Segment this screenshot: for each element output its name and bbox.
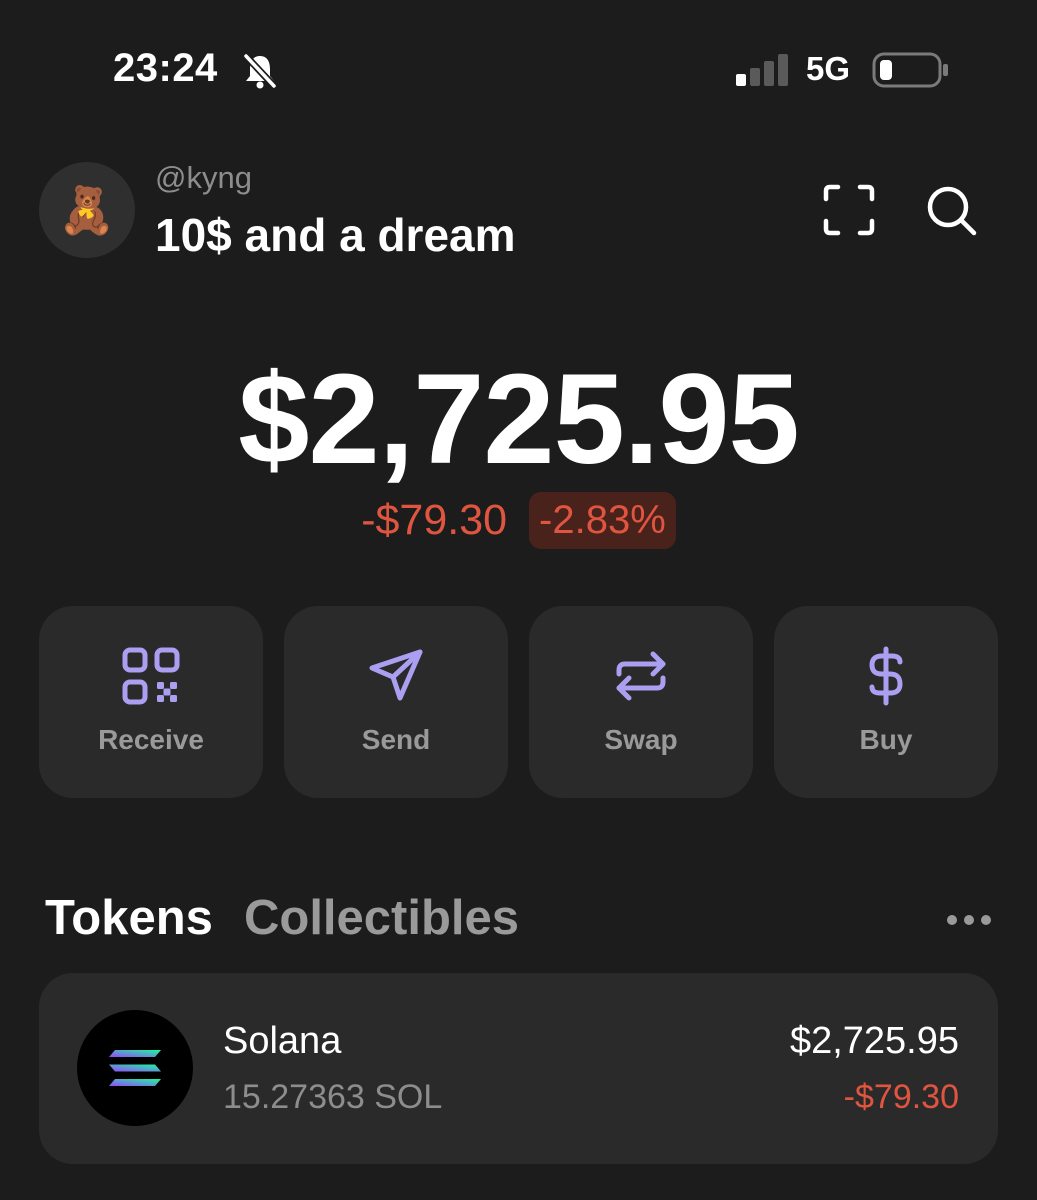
receive-button[interactable]: Receive <box>39 606 263 798</box>
token-amount: 15.27363 SOL <box>223 1078 443 1116</box>
balance-change-amount: -$79.30 <box>361 496 508 544</box>
balance-change-percent-badge: -2.83% <box>529 492 676 549</box>
token-name: Solana <box>223 1020 342 1062</box>
account-name[interactable]: 10$ and a dream <box>155 208 516 262</box>
swap-button[interactable]: Swap <box>529 606 753 798</box>
solana-logo-icon <box>77 1010 193 1126</box>
send-icon <box>369 649 423 701</box>
battery-icon <box>872 52 948 88</box>
avatar-emoji: 🧸 <box>58 184 116 236</box>
send-button[interactable]: Send <box>284 606 508 798</box>
network-label: 5G <box>806 50 851 87</box>
tab-tokens[interactable]: Tokens <box>45 890 213 946</box>
token-change: -$79.30 <box>843 1078 959 1116</box>
qr-code-icon <box>122 647 180 705</box>
token-value: $2,725.95 <box>789 1020 959 1062</box>
tab-collectibles[interactable]: Collectibles <box>244 890 519 946</box>
send-label: Send <box>361 724 431 755</box>
more-options-icon[interactable] <box>944 905 994 935</box>
buy-label: Buy <box>859 724 913 755</box>
username[interactable]: @kyng <box>155 160 252 196</box>
buy-button[interactable]: Buy <box>774 606 998 798</box>
search-icon[interactable] <box>922 181 980 239</box>
swap-icon <box>616 651 666 701</box>
balance-change-row: -$79.30 -2.83% <box>0 492 1037 549</box>
status-time: 23:24 <box>113 46 218 90</box>
dollar-icon <box>869 646 903 706</box>
swap-label: Swap <box>604 724 678 755</box>
total-balance: $2,725.95 <box>238 348 799 491</box>
receive-label: Receive <box>98 724 204 755</box>
bell-slash-icon <box>243 53 277 89</box>
signal-icon <box>736 54 788 86</box>
scan-icon[interactable] <box>820 181 878 239</box>
avatar[interactable]: 🧸 <box>39 162 135 258</box>
